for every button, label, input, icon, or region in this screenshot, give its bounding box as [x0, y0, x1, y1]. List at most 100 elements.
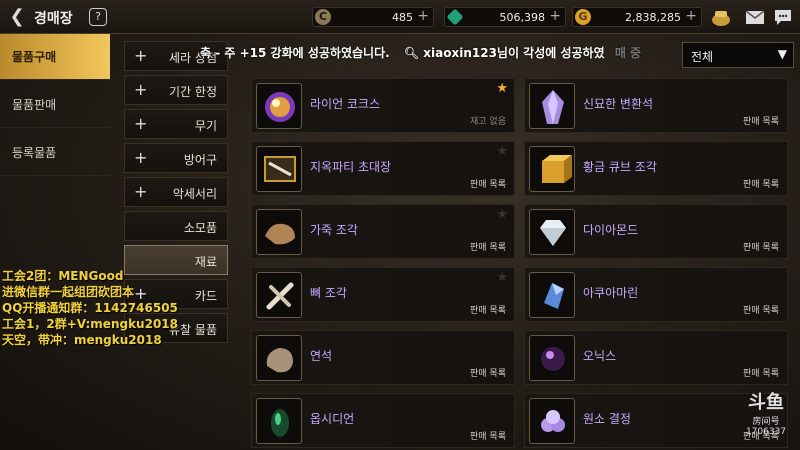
- gold-cube-icon: [529, 146, 575, 192]
- currency-gem: 506,398 +: [444, 7, 566, 27]
- item-card[interactable]: 아쿠아마린 판매 목록: [524, 267, 788, 322]
- expand-plus-icon: +: [134, 148, 148, 167]
- favorite-star-icon[interactable]: ★: [496, 81, 508, 96]
- item-name: 황금 큐브 조각: [583, 160, 657, 174]
- currency-gold-value: 2,838,285: [625, 11, 681, 24]
- coin-c-icon: C: [315, 9, 331, 25]
- subcategory-limited[interactable]: + 기간 한정: [124, 75, 228, 105]
- search-icon: 🔍︎: [403, 46, 420, 60]
- subcategory-weapon[interactable]: + 무기: [124, 109, 228, 139]
- help-button[interactable]: ?: [89, 8, 107, 26]
- subcategory-consumable[interactable]: 소모품: [124, 211, 228, 241]
- item-name: 오닉스: [583, 349, 617, 363]
- filter-dropdown[interactable]: 전체 ▼: [682, 42, 794, 68]
- item-status: 판매 목록: [470, 306, 506, 316]
- expand-plus-icon: +: [134, 114, 148, 133]
- favorite-star-icon[interactable]: ★: [496, 270, 508, 285]
- page-title: 경매장: [34, 11, 73, 27]
- diamond-icon: [529, 209, 575, 255]
- orb-icon: [256, 83, 302, 129]
- item-name: 라이언 코크스: [310, 97, 381, 111]
- top-bar: ❮ 경매장 ? C 485 + 506,398 + G 2,838,285 +: [0, 0, 800, 34]
- currency-gem-value: 506,398: [499, 11, 546, 24]
- subcategory-label: 재료: [194, 255, 217, 269]
- overlay-line: 工会2团：MENGood: [2, 269, 124, 283]
- filter-value: 전체: [691, 50, 714, 64]
- item-name: 아쿠아마린: [583, 286, 639, 300]
- notice-right: xiaoxin123님이 각성에 성공하였: [423, 46, 605, 60]
- crystal-icon: [529, 83, 575, 129]
- add-currency-c-button[interactable]: +: [417, 8, 429, 24]
- item-status: 판매 목록: [743, 243, 779, 253]
- subcategory-label: 방어구: [183, 153, 217, 167]
- dropdown-triangle-icon: ▼: [777, 47, 787, 61]
- category-registered[interactable]: 등록물품: [0, 130, 110, 176]
- subcategory-label: 기간 한정: [169, 85, 217, 99]
- subcategory-label: 무기: [194, 119, 217, 133]
- subcategory-label: 소모품: [183, 221, 217, 235]
- item-name: 지옥파티 초대장: [310, 160, 392, 174]
- item-status: 재고 없음: [470, 117, 506, 127]
- item-card[interactable]: 오닉스 판매 목록: [524, 330, 788, 385]
- item-card[interactable]: 다이아몬드 판매 목록: [524, 204, 788, 259]
- overlay-line: 工会1，2群+V:mengku2018: [2, 317, 178, 331]
- category-buy[interactable]: 물품구매: [0, 34, 110, 80]
- currency-c: C 485 +: [312, 7, 434, 27]
- favorite-star-icon[interactable]: ★: [496, 207, 508, 222]
- item-name: 신묘한 변환석: [583, 97, 654, 111]
- add-gold-button[interactable]: +: [685, 8, 697, 24]
- item-card[interactable]: 황금 큐브 조각 판매 목록: [524, 141, 788, 196]
- stream-overlay-text: 工会2团：MENGood 进微信群一起组团砍团本 QQ开播通知群：1142746…: [2, 268, 178, 348]
- notice-ticker: 축 - 주 +15 강화에 성공하였습니다. 🔍︎ xiaoxin123님이 각…: [200, 44, 641, 62]
- currency-c-value: 485: [392, 11, 413, 24]
- currency-gold: G 2,838,285 +: [572, 7, 702, 27]
- notice-tail: 매 중: [614, 46, 642, 60]
- item-card[interactable]: 라이언 코크스 ★ 재고 없음: [251, 78, 515, 133]
- item-name: 다이아몬드: [583, 223, 639, 237]
- item-card[interactable]: 지옥파티 초대장 ★ 판매 목록: [251, 141, 515, 196]
- watermark-room-number: 1706337: [745, 427, 787, 437]
- subcategory-label: 악세서리: [172, 187, 217, 201]
- obsidian-icon: [256, 398, 302, 444]
- item-card[interactable]: 옵시디언 판매 목록: [251, 393, 515, 448]
- chat-icon[interactable]: [772, 6, 794, 28]
- stone-icon: [256, 335, 302, 381]
- expand-plus-icon: +: [134, 80, 148, 99]
- douyu-watermark: 斗鱼 房间号 1706337: [744, 388, 788, 438]
- subcategory-label: 카드: [194, 289, 217, 303]
- item-name: 뼈 조각: [310, 286, 347, 300]
- notice-left: 축 - 주 +15 강화에 성공하였습니다.: [200, 46, 390, 60]
- mail-icon[interactable]: [744, 6, 766, 28]
- expand-plus-icon: +: [134, 46, 148, 65]
- favorite-star-icon[interactable]: ★: [496, 144, 508, 159]
- item-status: 판매 목록: [470, 243, 506, 253]
- item-card[interactable]: 신묘한 변환석 판매 목록: [524, 78, 788, 133]
- subcategory-accessory[interactable]: + 악세서리: [124, 177, 228, 207]
- item-status: 판매 목록: [470, 180, 506, 190]
- aquamarine-icon: [529, 272, 575, 318]
- onyx-icon: [529, 335, 575, 381]
- subcategory-armor[interactable]: + 방어구: [124, 143, 228, 173]
- treasure-pot-icon[interactable]: [710, 6, 732, 28]
- overlay-line: QQ开播通知群：1142746505: [2, 301, 178, 315]
- watermark-logo: 斗鱼: [748, 392, 784, 413]
- item-status: 판매 목록: [470, 369, 506, 379]
- item-name: 원소 결정: [583, 412, 631, 426]
- item-card[interactable]: 가죽 조각 ★ 판매 목록: [251, 204, 515, 259]
- item-card[interactable]: 뼈 조각 ★ 판매 목록: [251, 267, 515, 322]
- category-sell[interactable]: 물품판매: [0, 82, 110, 128]
- item-status: 판매 목록: [743, 180, 779, 190]
- bone-icon: [256, 272, 302, 318]
- overlay-line: 天空，带冲：mengku2018: [2, 333, 162, 347]
- back-arrow-icon[interactable]: ❮: [6, 6, 28, 28]
- item-status: 판매 목록: [743, 117, 779, 127]
- item-status: 판매 목록: [470, 432, 506, 442]
- item-name: 연석: [310, 349, 333, 363]
- item-status: 판매 목록: [743, 306, 779, 316]
- invitation-icon: [256, 146, 302, 192]
- item-name: 가죽 조각: [310, 223, 358, 237]
- add-gem-button[interactable]: +: [549, 8, 561, 24]
- overlay-line: 进微信群一起组团砍团本: [2, 285, 135, 299]
- item-card[interactable]: 연석 판매 목록: [251, 330, 515, 385]
- item-status: 판매 목록: [743, 369, 779, 379]
